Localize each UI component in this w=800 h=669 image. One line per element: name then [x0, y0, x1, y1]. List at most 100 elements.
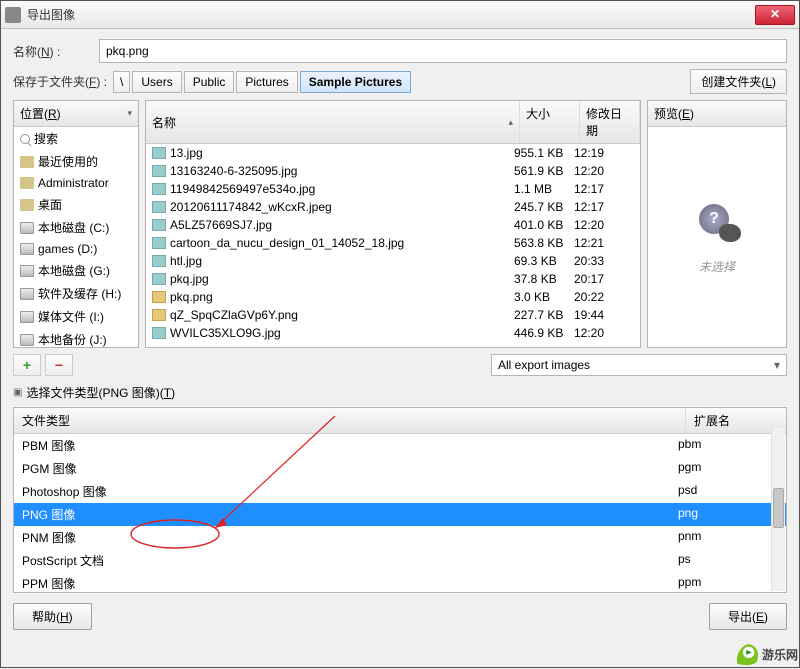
breadcrumb-segment[interactable]: Users — [132, 71, 181, 93]
file-type-ext: pnm — [678, 529, 778, 546]
export-button[interactable]: 导出(E) — [709, 603, 787, 630]
places-header[interactable]: 位置(R)▾ — [14, 101, 138, 127]
files-col-date[interactable]: 修改日期 — [580, 101, 640, 143]
file-size: 563.8 KB — [514, 236, 574, 250]
file-name: 13.jpg — [170, 146, 514, 160]
middle-panels: 位置(R)▾ 搜索最近使用的 Administrator 桌面本地磁盘 (C:) ga… — [13, 100, 787, 348]
file-name: pkq.png — [170, 290, 514, 304]
places-item[interactable]: 搜索 — [14, 127, 138, 150]
file-date: 20:33 — [574, 254, 634, 268]
file-type-row[interactable]: PBM 图像pbm — [14, 434, 786, 457]
file-icon — [152, 183, 166, 195]
places-item-label: 本地磁盘 (G:) — [38, 262, 110, 279]
places-list: 搜索最近使用的 Administrator 桌面本地磁盘 (C:) games (D:… — [14, 127, 138, 347]
file-icon — [152, 237, 166, 249]
folder-icon — [20, 156, 34, 168]
types-col-name[interactable]: 文件类型 — [14, 408, 686, 433]
preview-body: ? 未选择 — [648, 127, 786, 347]
places-item[interactable]: 本地备份 (J:) — [14, 328, 138, 347]
file-row[interactable]: A5LZ57669SJ7.jpg401.0 KB12:20 — [146, 216, 640, 234]
file-size: 1.1 MB — [514, 182, 574, 196]
places-item[interactable]: 媒体文件 (I:) — [14, 305, 138, 328]
file-icon — [152, 201, 166, 213]
places-item[interactable]: 软件及缓存 (H:) — [14, 282, 138, 305]
places-item[interactable]: 本地磁盘 (G:) — [14, 259, 138, 282]
types-scrollbar[interactable] — [771, 428, 785, 591]
file-row[interactable]: 13.jpg955.1 KB12:19 — [146, 144, 640, 162]
scrollbar-thumb[interactable] — [773, 488, 784, 528]
disk-icon — [20, 265, 34, 277]
help-button[interactable]: 帮助(H) — [13, 603, 92, 630]
file-name: 20120611174842_wKcxR.jpeg — [170, 200, 514, 214]
filename-input[interactable] — [99, 39, 787, 63]
types-header: 文件类型 扩展名 — [14, 408, 786, 434]
file-type-row[interactable]: Photoshop 图像psd — [14, 480, 786, 503]
file-row[interactable]: pkq.png3.0 KB20:22 — [146, 288, 640, 306]
file-row[interactable]: htl.jpg69.3 KB20:33 — [146, 252, 640, 270]
file-type-row[interactable]: PostScript 文档ps — [14, 549, 786, 572]
preview-panel: 预览(E) ? 未选择 — [647, 100, 787, 348]
file-type-name: PostScript 文档 — [22, 552, 678, 569]
file-type-row[interactable]: PGM 图像pgm — [14, 457, 786, 480]
file-size: 3.0 KB — [514, 290, 574, 304]
places-item[interactable]: 桌面 — [14, 193, 138, 216]
remove-bookmark-button[interactable]: − — [45, 354, 73, 376]
file-type-row[interactable]: PPM 图像ppm — [14, 572, 786, 592]
file-row[interactable]: qZ_SpqCZlaGVp6Y.png227.7 KB19:44 — [146, 306, 640, 324]
file-type-ext: ppm — [678, 575, 778, 592]
places-item[interactable]: 本地磁盘 (C:) — [14, 216, 138, 239]
file-row[interactable]: 11949842569497e534o.jpg1.1 MB12:17 — [146, 180, 640, 198]
file-name: A5LZ57669SJ7.jpg — [170, 218, 514, 232]
add-bookmark-button[interactable]: + — [13, 354, 41, 376]
file-filter-select[interactable]: All export images▾ — [491, 354, 787, 376]
breadcrumb-segment[interactable]: Pictures — [236, 71, 297, 93]
files-col-size[interactable]: 大小 — [520, 101, 580, 143]
window-title: 导出图像 — [27, 6, 755, 23]
file-row[interactable]: 20120611174842_wKcxR.jpeg245.7 KB12:17 — [146, 198, 640, 216]
disk-icon — [20, 243, 34, 255]
file-row[interactable]: pkq.jpg37.8 KB20:17 — [146, 270, 640, 288]
file-icon — [152, 147, 166, 159]
preview-header: 预览(E) — [648, 101, 786, 127]
breadcrumb-segment[interactable]: \ — [113, 71, 130, 93]
places-item-label: 本地磁盘 (C:) — [38, 219, 109, 236]
create-folder-button[interactable]: 创建文件夹(L) — [690, 69, 787, 94]
file-icon — [152, 255, 166, 267]
places-item-label: games (D:) — [38, 242, 97, 256]
file-name: htl.jpg — [170, 254, 514, 268]
file-icon — [152, 291, 166, 303]
folder-icon — [20, 177, 34, 189]
name-row: 名称(N) : — [13, 39, 787, 63]
file-type-ext: pbm — [678, 437, 778, 454]
places-item[interactable]: 最近使用的 — [14, 150, 138, 173]
file-size: 561.9 KB — [514, 164, 574, 178]
breadcrumb-segment[interactable]: Sample Pictures — [300, 71, 411, 93]
file-date: 12:17 — [574, 200, 634, 214]
file-icon — [152, 309, 166, 321]
file-date: 12:20 — [574, 326, 634, 340]
file-date: 20:22 — [574, 290, 634, 304]
chevron-down-icon: ▾ — [774, 358, 780, 372]
places-item-label: Administrator — [38, 176, 109, 190]
file-date: 19:44 — [574, 308, 634, 322]
places-item[interactable]: games (D:) — [14, 239, 138, 259]
file-date: 12:19 — [574, 146, 634, 160]
files-col-name[interactable]: 名称▴ — [146, 101, 520, 143]
file-size: 401.0 KB — [514, 218, 574, 232]
disk-icon — [20, 288, 34, 300]
file-row[interactable]: cartoon_da_nucu_design_01_14052_18.jpg56… — [146, 234, 640, 252]
close-button[interactable]: ✕ — [755, 5, 795, 25]
file-size: 69.3 KB — [514, 254, 574, 268]
disk-icon — [20, 334, 34, 346]
file-type-expander[interactable]: ▣ 选择文件类型(PNG 图像)(T) — [13, 382, 787, 401]
places-item-label: 桌面 — [38, 196, 62, 213]
file-name: cartoon_da_nucu_design_01_14052_18.jpg — [170, 236, 514, 250]
file-name: 13163240-6-325095.jpg — [170, 164, 514, 178]
file-type-row[interactable]: PNG 图像png — [14, 503, 786, 526]
titlebar[interactable]: 导出图像 ✕ — [1, 1, 799, 29]
file-row[interactable]: WVILC35XLO9G.jpg446.9 KB12:20 — [146, 324, 640, 342]
places-item[interactable]: Administrator — [14, 173, 138, 193]
file-row[interactable]: 13163240-6-325095.jpg561.9 KB12:20 — [146, 162, 640, 180]
breadcrumb-segment[interactable]: Public — [184, 71, 235, 93]
file-type-row[interactable]: PNM 图像pnm — [14, 526, 786, 549]
